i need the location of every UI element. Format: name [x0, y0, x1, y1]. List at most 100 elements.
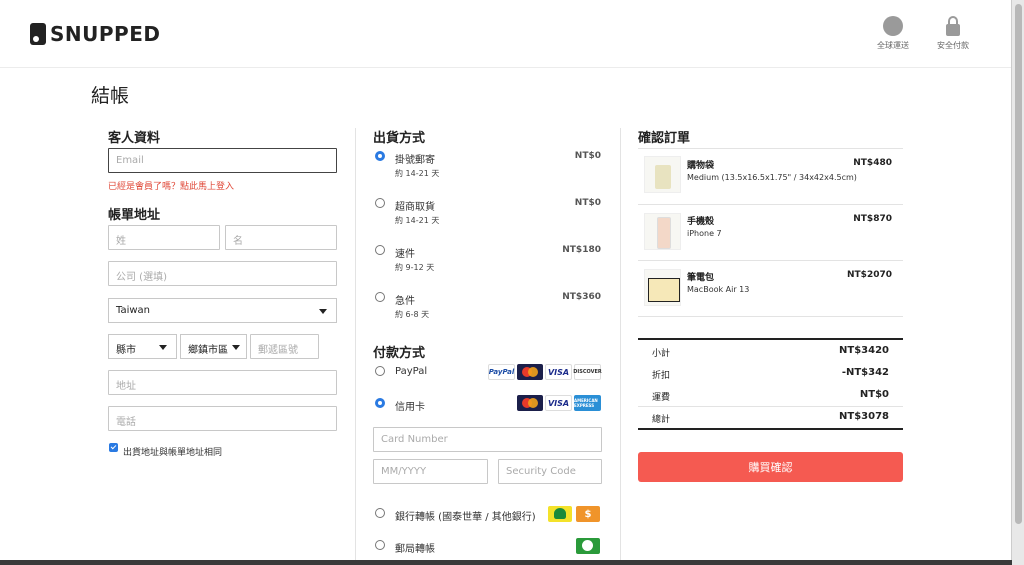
first-name-input[interactable]: 名 [225, 225, 337, 250]
payment-radio-post[interactable] [375, 540, 385, 550]
payment-method-title: 付款方式 [373, 346, 426, 361]
divider [638, 406, 903, 407]
order-summary-title: 確認訂單 [638, 131, 691, 146]
product-thumbnail [644, 269, 681, 306]
billing-address-title: 帳單地址 [108, 208, 161, 223]
product-variant: iPhone 7 [687, 229, 722, 238]
city-select[interactable]: 縣市 [108, 334, 177, 359]
shipping-radio-registered[interactable] [375, 151, 385, 161]
product-variant: MacBook Air 13 [687, 285, 750, 294]
divider [638, 204, 903, 205]
shipping-radio-convenience[interactable] [375, 198, 385, 208]
shipping-option-days: 約 14-21 天 [395, 169, 440, 178]
global-shipping-label: 全球運送 [877, 41, 909, 50]
discover-logo-icon: DISCOVER [573, 364, 602, 380]
product-price: NT$2070 [847, 270, 892, 280]
shipping-option-price: NT$0 [574, 198, 601, 208]
company-input[interactable]: 公司 (選填) [108, 261, 337, 286]
secure-payment-badge: 安全付款 [928, 16, 978, 51]
product-thumbnail [644, 156, 681, 193]
shipping-option-price: NT$0 [574, 151, 601, 161]
payment-radio-bank[interactable] [375, 508, 385, 518]
payment-credit-card-label: 信用卡 [395, 402, 425, 413]
shipping-option-name: 速件 [395, 249, 415, 260]
payment-post-label: 郵局轉帳 [395, 544, 435, 555]
product-price: NT$870 [853, 214, 892, 224]
column-divider [620, 128, 621, 563]
country-value: Taiwan [116, 305, 151, 316]
product-name: 購物袋 [687, 161, 715, 171]
address-input[interactable]: 地址 [108, 370, 337, 395]
product-price: NT$480 [853, 158, 892, 168]
zip-input[interactable]: 郵遞區號 [250, 334, 319, 359]
shipping-option-name: 急件 [395, 296, 415, 307]
chevron-down-icon [159, 345, 167, 350]
product-thumbnail [644, 213, 681, 250]
subtotal-label: 小計 [652, 349, 671, 359]
security-code-input[interactable]: Security Code [498, 459, 602, 484]
customer-info-title: 客人資料 [108, 131, 161, 146]
shipping-fee-label: 運費 [652, 393, 671, 403]
shipping-option-price: NT$180 [562, 245, 601, 255]
secure-payment-label: 安全付款 [937, 41, 969, 50]
brand-name: SNUPPED [50, 22, 161, 46]
column-divider [355, 128, 356, 563]
payment-radio-paypal[interactable] [375, 366, 385, 376]
last-name-input[interactable]: 姓 [108, 225, 220, 250]
window-bottom-strip [0, 560, 1012, 565]
shipping-option-days: 約 9-12 天 [395, 263, 435, 272]
product-variant: Medium (13.5x16.5x1.75" / 34x42x4.5cm) [687, 173, 857, 182]
mastercard-logo-icon [517, 364, 543, 380]
global-shipping-badge: 全球運送 [868, 16, 918, 51]
same-address-label: 出貨地址與帳單地址相同 [123, 448, 223, 458]
bank-logo-icon [548, 506, 572, 522]
mastercard-logo-icon [517, 395, 543, 411]
product-name: 筆電包 [687, 273, 715, 283]
total-value: NT$3078 [839, 411, 889, 422]
shipping-fee-value: NT$0 [859, 389, 889, 400]
divider [638, 260, 903, 261]
brand-logo[interactable]: SNUPPED [30, 22, 160, 46]
district-value: 鄉鎮市區 [188, 345, 228, 356]
vertical-scrollbar[interactable] [1012, 0, 1024, 565]
payment-paypal-label: PayPal [395, 366, 428, 377]
chevron-down-icon [319, 309, 327, 314]
district-select[interactable]: 鄉鎮市區 [180, 334, 247, 359]
confirm-purchase-button[interactable]: 購買確認 [638, 452, 903, 482]
total-label: 總計 [652, 415, 671, 425]
shipping-option-days: 約 14-21 天 [395, 216, 440, 225]
amex-logo-icon: AMERICAN EXPRESS [574, 395, 601, 411]
scrollbar-thumb[interactable] [1015, 4, 1022, 524]
divider [638, 316, 903, 317]
divider [638, 148, 903, 149]
shipping-radio-express[interactable] [375, 245, 385, 255]
discount-value: -NT$342 [841, 367, 889, 378]
summary-top-rule [638, 338, 903, 340]
card-number-input[interactable]: Card Number [373, 427, 602, 452]
chevron-down-icon [232, 345, 240, 350]
payment-bank-label: 銀行轉帳 (國泰世華 / 其他銀行) [395, 512, 536, 523]
phone-input[interactable]: 電話 [108, 406, 337, 431]
paypal-logo-icon: PayPal [488, 364, 515, 380]
shipping-option-name: 超商取貨 [395, 202, 435, 213]
shipping-method-title: 出貨方式 [373, 131, 426, 146]
checkout-page: SNUPPED 全球運送 安全付款 結帳 客人資料 Email 已經是會員了嗎？… [0, 0, 1012, 563]
same-address-checkbox[interactable] [109, 443, 118, 452]
expiry-input[interactable]: MM/YYYY [373, 459, 488, 484]
post-office-logo-icon [576, 538, 600, 554]
shipping-option-name: 掛號郵寄 [395, 155, 435, 166]
payment-radio-credit-card[interactable] [375, 398, 385, 408]
member-login-link[interactable]: 已經是會員了嗎？點此馬上登入 [108, 179, 234, 192]
shipping-radio-urgent[interactable] [375, 292, 385, 302]
page-title: 結帳 [91, 85, 130, 107]
discount-label: 折扣 [652, 371, 671, 381]
email-input[interactable]: Email [108, 148, 337, 173]
summary-bottom-rule [638, 428, 903, 430]
subtotal-value: NT$3420 [839, 345, 889, 356]
brand-mark-icon [30, 23, 46, 45]
country-select[interactable]: Taiwan [108, 298, 337, 323]
shipping-option-days: 約 6-8 天 [395, 310, 430, 319]
city-value: 縣市 [116, 345, 136, 356]
visa-logo-icon: VISA [545, 364, 572, 380]
visa-logo-icon: VISA [545, 395, 572, 411]
